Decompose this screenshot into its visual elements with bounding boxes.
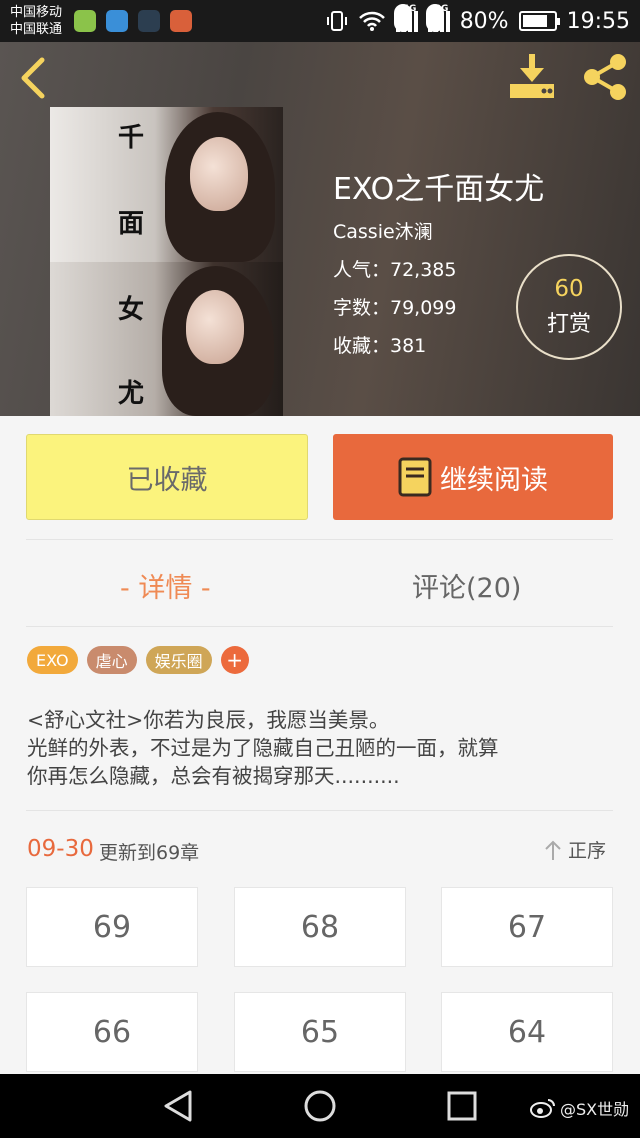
cover-photo-top: [50, 107, 283, 262]
tag-list: EXO 虐心 娱乐圈 +: [27, 646, 249, 674]
carrier-info: 中国移动 中国联通: [10, 4, 62, 38]
reward-button[interactable]: 60 打赏: [516, 254, 622, 360]
favorites-stat: 收藏：381: [333, 335, 427, 357]
tag-exo[interactable]: EXO: [27, 646, 78, 674]
download-button[interactable]: [506, 52, 558, 102]
watermark-text: @SX世勋: [560, 1100, 630, 1119]
carrier-2: 中国联通: [10, 22, 63, 37]
chapter-button[interactable]: 67: [441, 887, 613, 967]
book-cover[interactable]: 千 面 女 尤: [50, 107, 283, 416]
share-icon: [584, 54, 626, 100]
watermark: @SX世勋: [530, 1096, 629, 1120]
divider: [26, 626, 613, 627]
vibrate-icon: [326, 11, 347, 31]
cover-char-1: 千: [118, 123, 145, 153]
tag-nuexin[interactable]: 虐心: [86, 646, 137, 674]
chevron-left-icon: [21, 57, 45, 99]
update-date: 09-30: [27, 836, 94, 862]
update-status: 更新到69章: [99, 842, 200, 864]
chapter-button[interactable]: 68: [234, 887, 406, 967]
chapter-button[interactable]: 64: [441, 992, 613, 1072]
navigation-bar: @SX世勋: [0, 1074, 640, 1138]
continue-reading-button[interactable]: 继续阅读: [333, 434, 613, 520]
nav-home-button[interactable]: [302, 1088, 338, 1124]
weibo-icon: [530, 1099, 555, 1118]
game-app-icon: [138, 10, 161, 32]
carrier-1: 中国移动: [10, 5, 63, 20]
battery-icon: [518, 11, 560, 31]
book-title: EXO之千面女尤: [333, 172, 545, 207]
word-count-stat: 字数：79,099: [333, 297, 457, 319]
wifi-icon: [358, 11, 385, 31]
nav-recents-button[interactable]: [444, 1088, 480, 1124]
book-author[interactable]: Cassie沐澜: [333, 217, 433, 244]
chapter-button[interactable]: 66: [26, 992, 198, 1072]
tab-comments[interactable]: 评论(20): [412, 566, 521, 605]
continue-reading-label: 继续阅读: [440, 464, 548, 496]
divider: [26, 539, 613, 540]
book-detail-content: 已收藏 继续阅读 - 详情 - 评论(20) EXO 虐心 娱乐圈 + <舒心文…: [0, 416, 640, 1074]
reward-label: 打赏: [546, 312, 591, 337]
tag-yulequan[interactable]: 娱乐圈: [145, 646, 212, 674]
signal-4g-icon: 4G: [393, 4, 418, 32]
description-line: 光鲜的外表，不过是为了隐藏自己丑陋的一面，就算: [27, 736, 499, 760]
tab-detail[interactable]: - 详情 -: [120, 566, 211, 605]
description-line: 你再怎么隐藏，总会有被揭穿那天..........: [27, 764, 400, 788]
blocked-app-icon: [170, 10, 193, 32]
chapter-button[interactable]: 65: [234, 992, 406, 1072]
triangle-back-icon: [164, 1090, 192, 1122]
reward-amount: 60: [554, 276, 584, 302]
book-header: 千 面 女 尤 EXO之千面女尤 Cassie沐澜 人气：72,385 字数：7…: [0, 42, 640, 416]
download-icon: [510, 54, 554, 98]
square-recents-icon: [447, 1091, 477, 1121]
popularity-stat: 人气：72,385: [333, 259, 457, 281]
circle-home-icon: [304, 1090, 336, 1122]
battery-percent: 80%: [459, 8, 509, 34]
book-description[interactable]: <舒心文社>你若为良辰，我愿当美景。 光鲜的外表，不过是为了隐藏自己丑陋的一面，…: [27, 706, 617, 790]
cover-char-2: 面: [118, 209, 145, 239]
cover-photo-bottom: [50, 262, 283, 416]
chapter-button[interactable]: 69: [26, 887, 198, 967]
share-button[interactable]: [580, 52, 630, 102]
status-bar: 中国移动 中国联通 4G 3G 80% 19:55: [0, 0, 640, 42]
location-app-icon: [106, 10, 129, 32]
collected-button[interactable]: 已收藏: [26, 434, 308, 520]
clock: 19:55: [566, 8, 630, 34]
cover-char-3: 女: [118, 295, 145, 325]
sort-order-label: 正序: [568, 840, 607, 862]
arrow-up-icon: [545, 840, 561, 860]
sort-order-button[interactable]: 正序: [544, 836, 606, 863]
description-line: <舒心文社>你若为良辰，我愿当美景。: [27, 708, 390, 732]
cover-char-4: 尤: [118, 379, 145, 409]
notification-app-icon: [74, 10, 97, 32]
nav-back-button[interactable]: [160, 1088, 196, 1124]
book-icon: [398, 457, 432, 497]
back-button[interactable]: [14, 56, 54, 100]
divider: [26, 810, 613, 811]
signal-3g-icon: 3G: [425, 4, 450, 32]
add-tag-button[interactable]: +: [220, 646, 249, 674]
